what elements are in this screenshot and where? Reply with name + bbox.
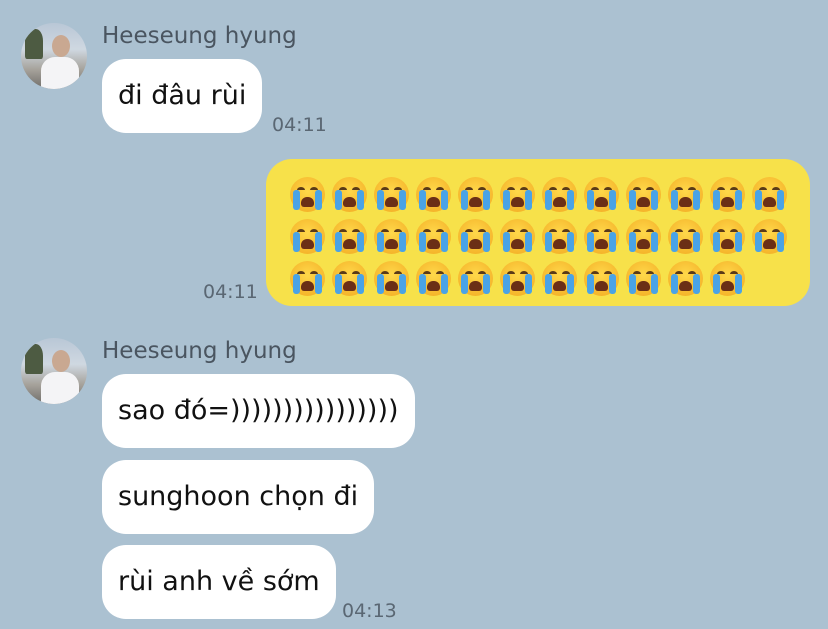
avatar[interactable] xyxy=(21,23,87,89)
crying-face-icon xyxy=(372,219,414,255)
avatar[interactable] xyxy=(21,338,87,404)
crying-face-icon xyxy=(498,177,540,213)
crying-face-icon xyxy=(498,219,540,255)
message-time: 04:11 xyxy=(272,114,327,136)
crying-face-icon xyxy=(456,177,498,213)
incoming-message[interactable]: rùi anh về sớm xyxy=(102,545,336,619)
crying-face-icon xyxy=(372,261,414,297)
crying-face-icon xyxy=(582,219,624,255)
crying-face-icon xyxy=(666,219,708,255)
emoji-row xyxy=(288,261,792,303)
crying-face-icon xyxy=(330,261,372,297)
crying-face-icon xyxy=(540,177,582,213)
crying-face-icon xyxy=(540,261,582,297)
incoming-message[interactable]: sao đó=)))))))))))))))) xyxy=(102,374,415,448)
crying-face-icon xyxy=(582,177,624,213)
outgoing-message[interactable] xyxy=(266,159,810,306)
crying-face-icon xyxy=(624,261,666,297)
crying-face-icon xyxy=(540,219,582,255)
crying-face-icon xyxy=(414,177,456,213)
crying-face-icon xyxy=(330,177,372,213)
crying-face-icon xyxy=(708,177,750,213)
crying-face-icon xyxy=(288,219,330,255)
message-time: 04:11 xyxy=(203,281,258,303)
crying-face-icon xyxy=(750,219,792,255)
crying-face-icon xyxy=(288,177,330,213)
message-time: 04:13 xyxy=(342,600,397,622)
crying-face-icon xyxy=(456,261,498,297)
emoji-row xyxy=(288,219,792,261)
crying-face-icon xyxy=(708,261,750,297)
crying-face-icon xyxy=(456,219,498,255)
crying-face-icon xyxy=(666,177,708,213)
crying-face-icon xyxy=(498,261,540,297)
crying-face-icon xyxy=(372,177,414,213)
crying-face-icon xyxy=(624,177,666,213)
crying-face-icon xyxy=(414,261,456,297)
crying-face-icon xyxy=(666,261,708,297)
incoming-message[interactable]: đi đâu rùi xyxy=(102,59,263,133)
incoming-message[interactable]: sunghoon chọn đi xyxy=(102,460,375,534)
crying-face-icon xyxy=(288,261,330,297)
crying-face-icon xyxy=(708,219,750,255)
crying-face-icon xyxy=(414,219,456,255)
crying-face-icon xyxy=(330,219,372,255)
emoji-row xyxy=(288,177,792,219)
crying-face-icon xyxy=(624,219,666,255)
sender-name: Heeseung hyung xyxy=(102,23,297,49)
crying-face-icon xyxy=(582,261,624,297)
sender-name: Heeseung hyung xyxy=(102,338,297,364)
crying-face-icon xyxy=(750,177,792,213)
